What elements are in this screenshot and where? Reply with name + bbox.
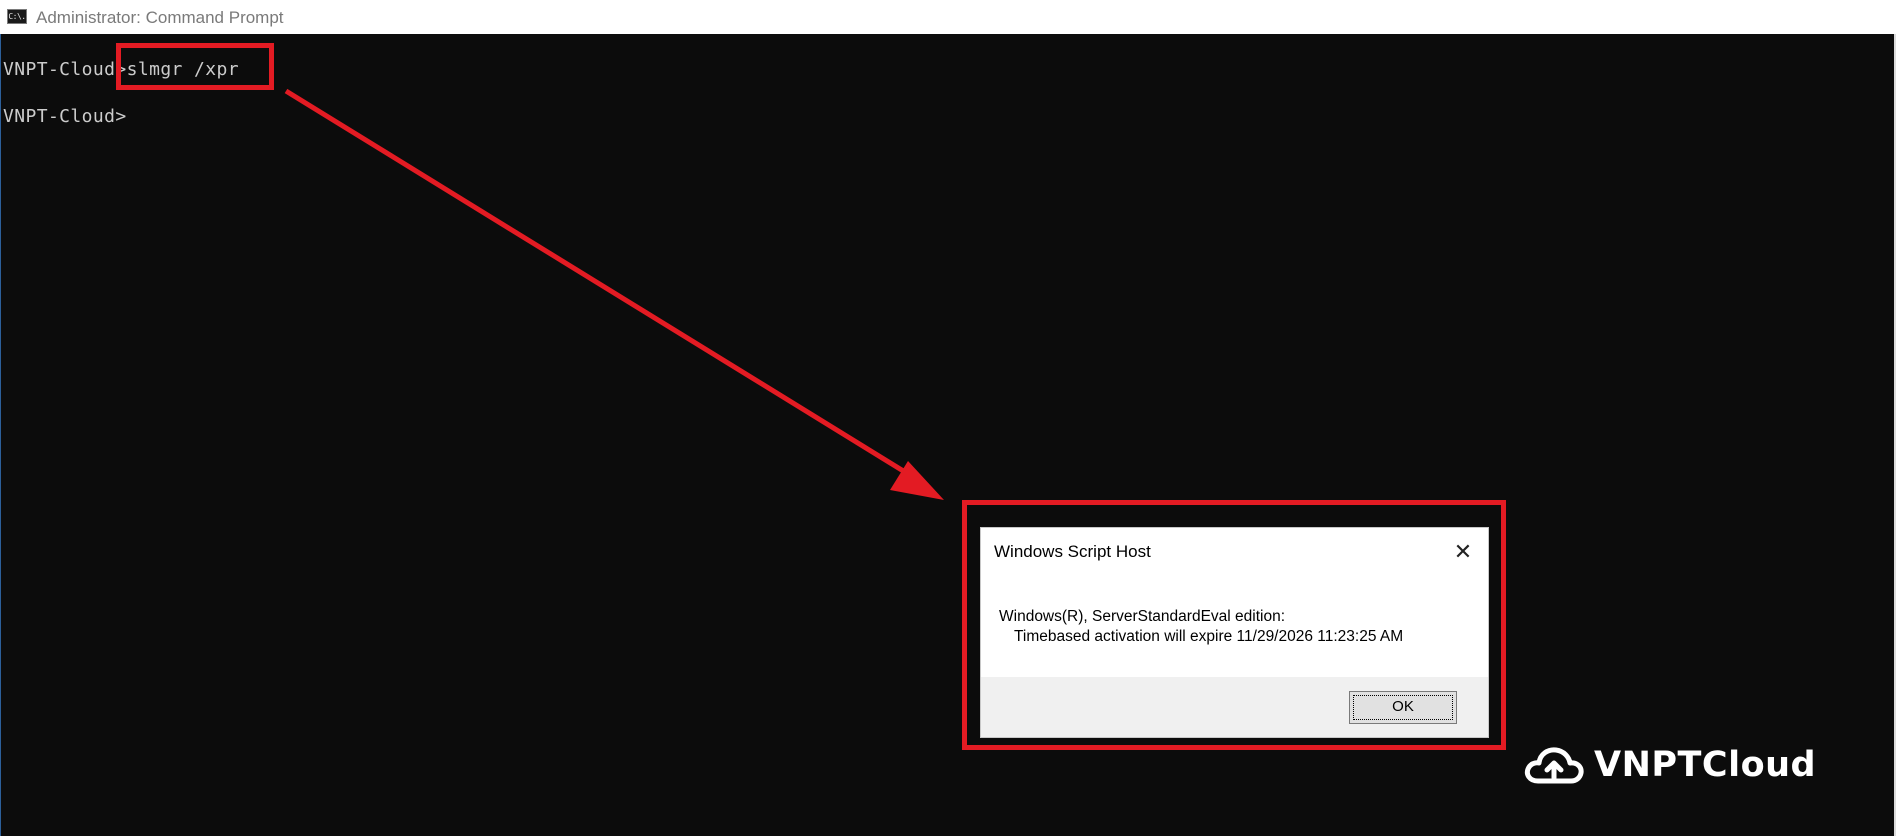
- cloud-upload-icon: [1524, 747, 1584, 784]
- logo-text: VNPTCloud: [1594, 745, 1817, 785]
- window-title: Administrator: Command Prompt: [36, 8, 284, 27]
- dialog-message-line-2: Timebased activation will expire 11/29/2…: [1014, 628, 1404, 645]
- console-line-2: VNPT-Cloud>: [3, 106, 127, 127]
- console-prompt: VNPT-Cloud>: [3, 106, 127, 127]
- command-highlight-box: [116, 43, 274, 90]
- vnpt-cloud-logo: VNPTCloud: [1524, 742, 1816, 788]
- console-prompt: VNPT-Cloud>: [3, 59, 127, 80]
- dialog-title: Windows Script Host: [994, 542, 1151, 561]
- console-area[interactable]: VNPT-Cloud>slmgr /xpr VNPT-Cloud>: [0, 34, 1894, 836]
- ok-button[interactable]: OK: [1349, 691, 1457, 724]
- title-bar: C:\. Administrator: Command Prompt: [0, 0, 1896, 34]
- command-prompt-icon: C:\.: [7, 9, 27, 24]
- dialog-message-line-1: Windows(R), ServerStandardEval edition:: [999, 608, 1286, 625]
- script-host-dialog: Windows Script Host ✕ Windows(R), Server…: [980, 527, 1489, 738]
- focus-rectangle: [1353, 695, 1453, 720]
- close-icon[interactable]: ✕: [1448, 538, 1478, 566]
